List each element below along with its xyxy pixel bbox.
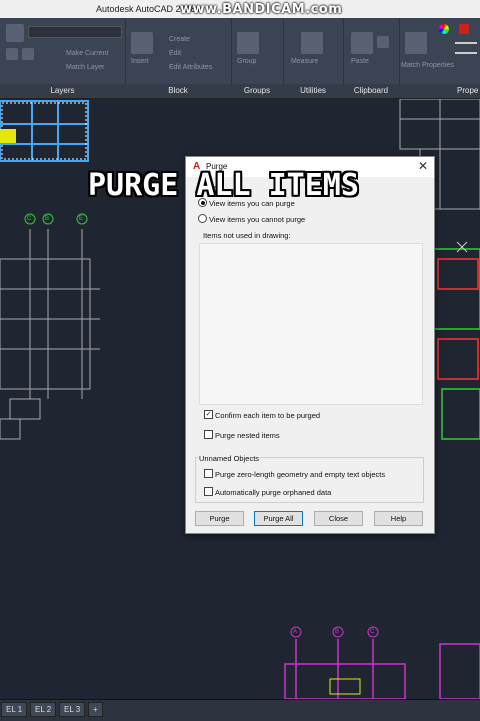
items-not-used-label: Items not used in drawing: xyxy=(203,231,291,240)
zero-length-label[interactable]: Purge zero-length geometry and empty tex… xyxy=(215,470,385,479)
layout-tabs: EL 1 EL 2 EL 3 + xyxy=(0,699,480,721)
purge-items-tree[interactable] xyxy=(199,243,423,405)
insert-block-icon[interactable] xyxy=(131,32,153,54)
tab-el3[interactable]: EL 3 xyxy=(59,702,86,717)
nested-checkbox[interactable] xyxy=(204,430,213,439)
grid-marker-b: B xyxy=(45,216,50,222)
orphan-checkbox[interactable] xyxy=(204,487,213,496)
group-label[interactable]: Group xyxy=(237,58,256,65)
color-swatch[interactable] xyxy=(459,24,469,34)
purge-dialog: A Purge ✕ Named View items you can purge… xyxy=(185,156,435,534)
linetype-icon[interactable] xyxy=(455,52,477,54)
groups-panel: Group Groups xyxy=(231,18,284,98)
edit-block-label[interactable]: Edit xyxy=(169,50,181,57)
edit-attributes-label[interactable]: Edit Attributes xyxy=(169,64,212,71)
insert-label[interactable]: Insert xyxy=(131,58,149,65)
layers-panel: Make Current Match Layer Layers xyxy=(0,18,126,98)
grid-marker-c: C xyxy=(27,216,32,222)
tab-el2[interactable]: EL 2 xyxy=(30,702,57,717)
radio-view-cannot-purge[interactable] xyxy=(198,214,207,223)
group-icon[interactable] xyxy=(237,32,259,54)
close-icon[interactable]: ✕ xyxy=(418,159,428,173)
layer-freeze-icon[interactable] xyxy=(22,48,34,60)
grid-marker-c-bottom: C xyxy=(370,629,375,635)
layer-off-icon[interactable] xyxy=(6,48,18,60)
add-tab-button[interactable]: + xyxy=(88,702,103,717)
properties-panel: Match Properties Prope xyxy=(399,18,480,98)
layer-dropdown[interactable] xyxy=(28,26,122,38)
utilities-panel-label[interactable]: Utilities xyxy=(283,84,343,98)
layers-panel-label[interactable]: Layers xyxy=(0,84,125,98)
utilities-panel: Measure Utilities xyxy=(283,18,344,98)
paste-label[interactable]: Paste xyxy=(351,58,369,65)
confirm-label[interactable]: Confirm each item to be purged xyxy=(215,411,320,420)
zero-length-checkbox[interactable] xyxy=(204,469,213,478)
copy-icon[interactable] xyxy=(377,36,389,48)
purge-button[interactable]: Purge xyxy=(195,511,244,526)
properties-panel-label[interactable]: Prope xyxy=(399,84,480,98)
orphan-label[interactable]: Automatically purge orphaned data xyxy=(215,488,331,497)
groups-panel-label[interactable]: Groups xyxy=(231,84,283,98)
video-caption: PURGE ALL ITEMS xyxy=(88,168,359,203)
block-panel-label[interactable]: Block xyxy=(125,84,231,98)
paste-icon[interactable] xyxy=(351,32,373,54)
radio-view-cannot-purge-label[interactable]: View items you cannot purge xyxy=(209,215,305,224)
ribbon: Make Current Match Layer Layers Insert C… xyxy=(0,18,480,99)
lineweight-icon[interactable] xyxy=(455,42,477,44)
match-properties-label[interactable]: Match Properties xyxy=(401,62,454,69)
match-properties-icon[interactable] xyxy=(405,32,427,54)
block-panel: Insert Create Edit Edit Attributes Block xyxy=(125,18,232,98)
nested-label[interactable]: Purge nested items xyxy=(215,431,280,440)
grid-marker-e: E xyxy=(79,216,84,222)
help-button[interactable]: Help xyxy=(374,511,423,526)
clipboard-panel: Paste Clipboard xyxy=(343,18,400,98)
unnamed-objects-label: Unnamed Objects xyxy=(198,454,261,463)
tab-el1[interactable]: EL 1 xyxy=(1,702,28,717)
measure-icon[interactable] xyxy=(301,32,323,54)
confirm-checkbox[interactable]: ✓ xyxy=(204,410,213,419)
grid-marker-a: A xyxy=(293,629,298,635)
make-current-label[interactable]: Make Current xyxy=(66,50,108,57)
color-wheel-icon[interactable] xyxy=(439,24,449,34)
match-layer-label[interactable]: Match Layer xyxy=(66,64,105,71)
close-button[interactable]: Close xyxy=(314,511,363,526)
clipboard-panel-label[interactable]: Clipboard xyxy=(343,84,399,98)
create-block-label[interactable]: Create xyxy=(169,36,190,43)
grid-marker-b-bottom: B xyxy=(335,629,340,635)
recording-watermark: www.BANDICAM.com xyxy=(180,2,343,17)
measure-label[interactable]: Measure xyxy=(291,58,318,65)
purge-all-button[interactable]: Purge All xyxy=(254,511,303,526)
layer-properties-icon[interactable] xyxy=(6,24,24,42)
